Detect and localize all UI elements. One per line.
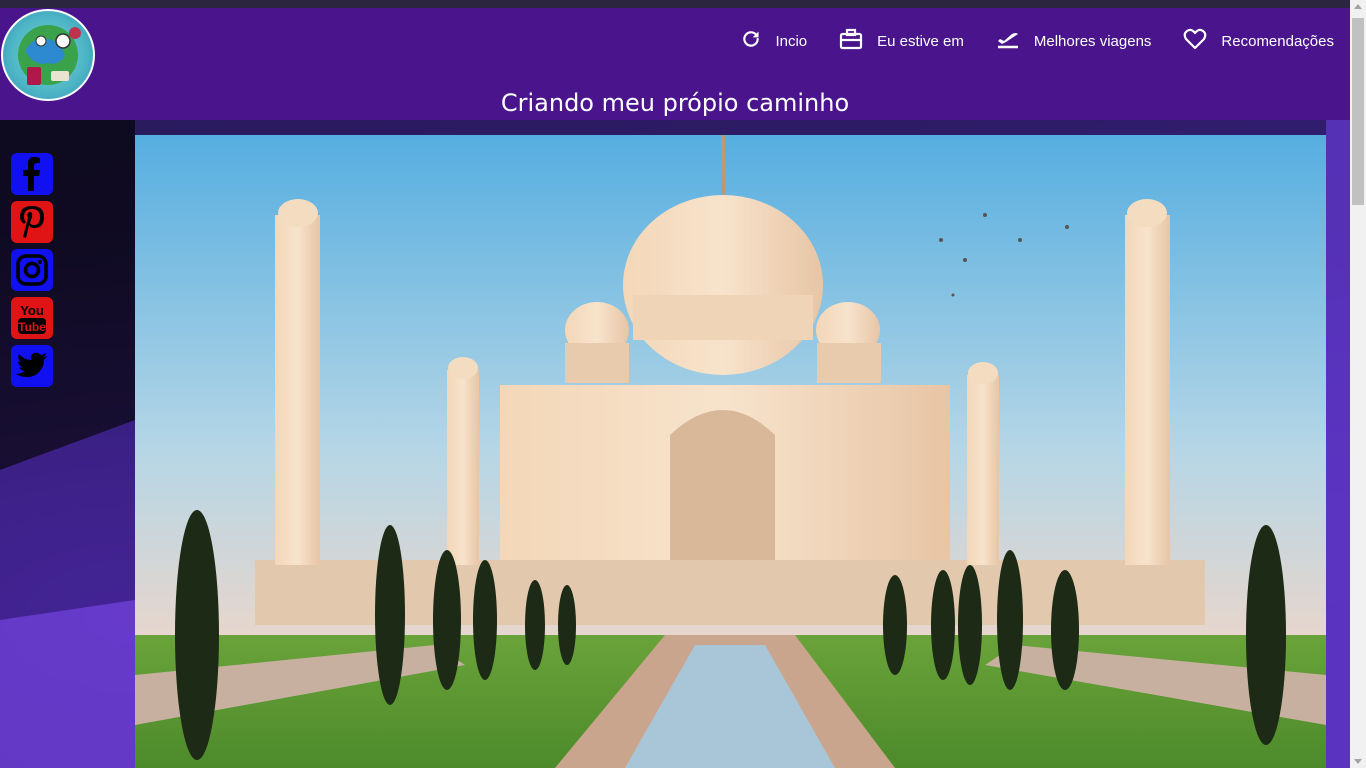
window-top-strip	[0, 0, 1366, 8]
nav-item-inicio[interactable]: Incio	[741, 29, 807, 53]
nav-item-label: Eu estive em	[877, 32, 964, 50]
nav-item-recomendacoes[interactable]: Recomendações	[1183, 28, 1334, 54]
facebook-icon	[23, 157, 40, 191]
nav-item-label: Melhores viagens	[1033, 32, 1152, 50]
site-title: Criando meu própio caminho	[500, 89, 850, 117]
heart-icon	[1183, 28, 1221, 54]
page-scrollbar[interactable]	[1350, 0, 1366, 768]
scroll-up-arrow-icon[interactable]	[1354, 4, 1362, 9]
pinterest-icon	[20, 206, 44, 238]
nav-item-eu-estive-em[interactable]: Eu estive em	[839, 28, 964, 54]
youtube-link[interactable]: You Tube	[11, 297, 53, 339]
scroll-down-arrow-icon[interactable]	[1354, 759, 1362, 764]
nav-item-melhores-viagens[interactable]: Melhores viagens	[996, 29, 1152, 53]
svg-text:Tube: Tube	[18, 320, 46, 334]
main-nav: Incio Eu estive em Melhores viagens Reco…	[709, 28, 1334, 54]
instagram-icon	[16, 254, 48, 286]
svg-text:You: You	[20, 303, 44, 318]
youtube-icon: You Tube	[18, 303, 46, 334]
nav-item-label: Recomendações	[1221, 32, 1334, 50]
social-links: You Tube	[11, 153, 53, 387]
pinterest-link[interactable]	[11, 201, 53, 243]
nav-item-label: Incio	[775, 32, 808, 50]
site-header: Incio Eu estive em Melhores viagens Reco…	[0, 8, 1350, 120]
twitter-link[interactable]	[11, 345, 53, 387]
plane-takeoff-icon	[996, 29, 1034, 53]
scrollbar-thumb[interactable]	[1352, 18, 1364, 205]
site-logo[interactable]	[1, 9, 95, 101]
briefcase-icon	[839, 28, 877, 54]
twitter-icon	[16, 352, 47, 377]
instagram-link[interactable]	[11, 249, 53, 291]
facebook-link[interactable]	[11, 153, 53, 195]
refresh-icon	[741, 29, 775, 53]
hero-image-taj-mahal	[135, 135, 1326, 768]
